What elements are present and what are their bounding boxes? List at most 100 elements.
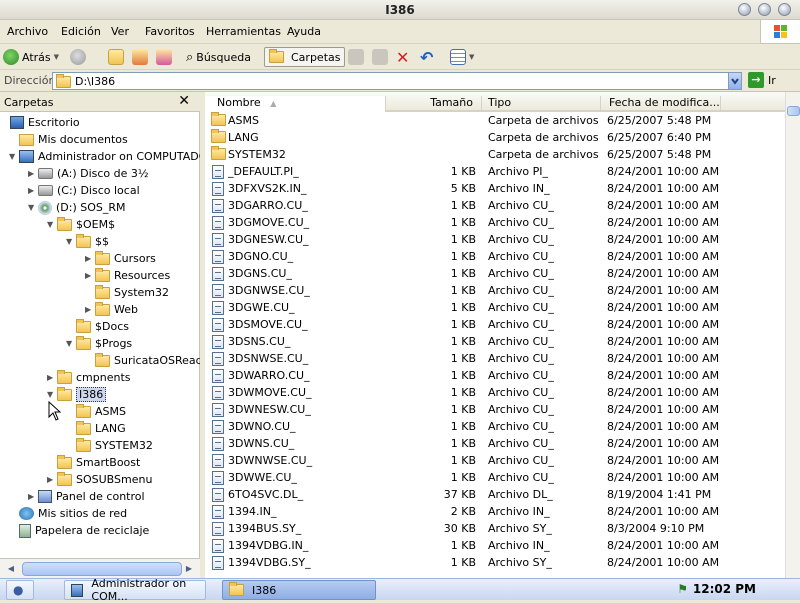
file-row[interactable]: 3DWMOVE.CU_ 1 KB Archivo CU_ 8/24/2001 10:0… bbox=[205, 384, 785, 401]
menu-herramientas[interactable]: Herramientas bbox=[206, 25, 281, 38]
scroll-thumb[interactable] bbox=[787, 106, 800, 116]
file-row[interactable]: 3DGNWSE.CU_ 1 KB Archivo CU_ 8/24/2001 10:0… bbox=[205, 282, 785, 299]
file-row[interactable]: 3DGNS.CU_ 1 KB Archivo CU_ 8/24/2001 10:00 … bbox=[205, 265, 785, 282]
file-row[interactable]: 3DWNO.CU_ 1 KB Archivo CU_ 8/24/2001 10:00 … bbox=[205, 418, 785, 435]
tree-item[interactable]: ▼ I386 bbox=[47, 386, 107, 403]
file-row[interactable]: 3DSNWSE.CU_ 1 KB Archivo CU_ 8/24/2001 10:0… bbox=[205, 350, 785, 367]
network-tray-icon[interactable]: ⚑ bbox=[677, 582, 688, 596]
taskbar-item-administrador[interactable]: Administrador on COM... bbox=[64, 577, 206, 603]
tree-item[interactable]: Mis documentos bbox=[19, 131, 128, 148]
up-folder-button[interactable] bbox=[108, 47, 124, 67]
taskbar-item-i386[interactable]: I386 bbox=[222, 580, 376, 600]
horizontal-scrollbar[interactable]: ◀ ▶ bbox=[0, 558, 200, 578]
tree-item[interactable]: SmartBoost bbox=[57, 454, 140, 471]
folders-button[interactable]: Carpetas bbox=[264, 47, 346, 67]
tree-item[interactable]: ▶ Resources bbox=[85, 267, 170, 284]
tree-item[interactable]: Escritorio bbox=[10, 114, 80, 131]
expand-icon[interactable]: ▶ bbox=[28, 169, 36, 178]
expand-icon[interactable]: ▶ bbox=[47, 475, 55, 484]
tree-item[interactable]: ▶ Panel de control bbox=[28, 488, 145, 505]
file-row[interactable]: 3DGNESW.CU_ 1 KB Archivo CU_ 8/24/2001 10:0… bbox=[205, 231, 785, 248]
file-row[interactable]: 3DWNESW.CU_ 1 KB Archivo CU_ 8/24/2001 10:0… bbox=[205, 401, 785, 418]
collapse-icon[interactable]: ▼ bbox=[28, 203, 36, 212]
column-header-type[interactable]: Tipo bbox=[482, 96, 601, 112]
file-row[interactable]: 3DFXVS2K.IN_ 5 KB Archivo IN_ 8/24/2001 10:… bbox=[205, 180, 785, 197]
file-row[interactable]: 3DWNS.CU_ 1 KB Archivo CU_ 8/24/2001 10:00 … bbox=[205, 435, 785, 452]
file-row[interactable]: 3DGWE.CU_ 1 KB Archivo CU_ 8/24/2001 10:00 … bbox=[205, 299, 785, 316]
tree-item[interactable]: ASMS bbox=[76, 403, 126, 420]
file-row[interactable]: ASMS Carpeta de archivos 6/25/2007 5:48 PM bbox=[205, 112, 785, 129]
copy-button[interactable] bbox=[372, 47, 388, 67]
tree-item[interactable]: ▶ (C:) Disco local bbox=[28, 182, 140, 199]
views-button[interactable]: ▼ bbox=[450, 47, 474, 67]
tree-item[interactable]: ▼ $OEM$ bbox=[47, 216, 115, 233]
forward-button[interactable] bbox=[70, 47, 86, 67]
expand-icon[interactable]: ▶ bbox=[28, 492, 36, 501]
scroll-left-icon[interactable]: ◀ bbox=[4, 562, 18, 576]
file-row[interactable]: 3DGMOVE.CU_ 1 KB Archivo CU_ 8/24/2001 10:0… bbox=[205, 214, 785, 231]
back-button[interactable]: Atrás ▼ bbox=[3, 47, 59, 67]
tree-item[interactable]: LANG bbox=[76, 420, 126, 437]
close-button[interactable] bbox=[778, 3, 791, 16]
expand-icon[interactable]: ▶ bbox=[85, 305, 93, 314]
maximize-button[interactable] bbox=[758, 3, 771, 16]
column-header-name[interactable]: Nombre ▲ bbox=[205, 96, 386, 112]
tree-item[interactable]: ▼ $$ bbox=[66, 233, 109, 250]
undo-button[interactable]: ↶ bbox=[420, 47, 433, 67]
file-row[interactable]: 3DGNO.CU_ 1 KB Archivo CU_ 8/24/2001 10:00 … bbox=[205, 248, 785, 265]
file-row[interactable]: 1394.IN_ 2 KB Archivo IN_ 8/24/2001 10:00 A… bbox=[205, 503, 785, 520]
file-row[interactable]: 3DSNS.CU_ 1 KB Archivo CU_ 8/24/2001 10:00 … bbox=[205, 333, 785, 350]
address-dropdown-button[interactable] bbox=[728, 72, 742, 90]
file-row[interactable]: 3DGARRO.CU_ 1 KB Archivo CU_ 8/24/2001 10:0… bbox=[205, 197, 785, 214]
tree-item[interactable]: ▶ cmpnents bbox=[47, 369, 131, 386]
tree-item[interactable]: ▶ Web bbox=[85, 301, 138, 318]
file-row[interactable]: 1394BUS.SY_ 30 KB Archivo SY_ 8/3/2004 9:10… bbox=[205, 520, 785, 537]
file-row[interactable]: 3DWNWSE.CU_ 1 KB Archivo CU_ 8/24/2001 10:0… bbox=[205, 452, 785, 469]
tree-item[interactable]: SuricataOSReadme bbox=[95, 352, 200, 369]
menu-favoritos[interactable]: Favoritos bbox=[145, 25, 195, 38]
tree-item[interactable]: ▼ (D:) SOS_RM bbox=[28, 199, 126, 216]
column-header-size[interactable]: Tamaño bbox=[386, 96, 482, 112]
expand-icon[interactable]: ▶ bbox=[28, 186, 36, 195]
delete-button[interactable]: ✕ bbox=[396, 47, 409, 67]
tree-item[interactable]: SYSTEM32 bbox=[76, 437, 153, 454]
tree-item[interactable]: ▶ Cursors bbox=[85, 250, 156, 267]
go-button[interactable]: → Ir bbox=[748, 72, 776, 88]
collapse-icon[interactable]: ▼ bbox=[66, 339, 74, 348]
file-row[interactable]: 3DSMOVE.CU_ 1 KB Archivo CU_ 8/24/2001 10:0… bbox=[205, 316, 785, 333]
title-bar[interactable]: I386 bbox=[0, 0, 800, 20]
address-input[interactable]: D:\I386 bbox=[52, 72, 742, 90]
collapse-icon[interactable]: ▼ bbox=[47, 390, 55, 399]
menu-ayuda[interactable]: Ayuda bbox=[287, 25, 321, 38]
tree-item[interactable]: System32 bbox=[95, 284, 169, 301]
move-button[interactable] bbox=[348, 47, 364, 67]
collapse-icon[interactable]: ▼ bbox=[9, 152, 17, 161]
tree-item[interactable]: ▼ $Progs bbox=[66, 335, 132, 352]
tree-item[interactable]: Papelera de reciclaje bbox=[19, 522, 149, 539]
file-row[interactable]: 6TO4SVC.DL_ 37 KB Archivo DL_ 8/19/2004 1:4… bbox=[205, 486, 785, 503]
file-row[interactable]: 3DWWE.CU_ 1 KB Archivo CU_ 8/24/2001 10:00 … bbox=[205, 469, 785, 486]
move-to-button[interactable] bbox=[156, 47, 172, 67]
file-row[interactable]: LANG Carpeta de archivos 6/25/2007 6:40 PM bbox=[205, 129, 785, 146]
collapse-icon[interactable]: ▼ bbox=[66, 237, 74, 246]
file-row[interactable]: 1394VDBG.SY_ 1 KB Archivo SY_ 8/24/2001 10:… bbox=[205, 554, 785, 571]
file-row[interactable]: 1394VDBG.IN_ 1 KB Archivo IN_ 8/24/2001 10:… bbox=[205, 537, 785, 554]
tree-item[interactable]: ▼ Administrador on COMPUTADORA bbox=[9, 148, 200, 165]
vertical-scrollbar[interactable] bbox=[785, 92, 800, 578]
search-button[interactable]: ⌕ Búsqueda bbox=[186, 47, 251, 67]
menu-edicion[interactable]: Edición bbox=[61, 25, 101, 38]
tree-item[interactable]: ▶ SOSUBSmenu bbox=[47, 471, 152, 488]
scroll-thumb[interactable] bbox=[22, 562, 182, 576]
menu-archivo[interactable]: Archivo bbox=[7, 25, 48, 38]
scroll-right-icon[interactable]: ▶ bbox=[182, 562, 196, 576]
copy-to-button[interactable] bbox=[132, 47, 148, 67]
start-button[interactable]: ● bbox=[6, 580, 34, 600]
collapse-icon[interactable]: ▼ bbox=[47, 220, 55, 229]
file-row[interactable]: 3DWARRO.CU_ 1 KB Archivo CU_ 8/24/2001 10:0… bbox=[205, 367, 785, 384]
minimize-button[interactable] bbox=[738, 3, 751, 16]
expand-icon[interactable]: ▶ bbox=[85, 254, 93, 263]
menu-ver[interactable]: Ver bbox=[111, 25, 129, 38]
tree-item[interactable]: $Docs bbox=[76, 318, 129, 335]
file-row[interactable]: _DEFAULT.PI_ 1 KB Archivo PI_ 8/24/2001 10:… bbox=[205, 163, 785, 180]
expand-icon[interactable]: ▶ bbox=[47, 373, 55, 382]
